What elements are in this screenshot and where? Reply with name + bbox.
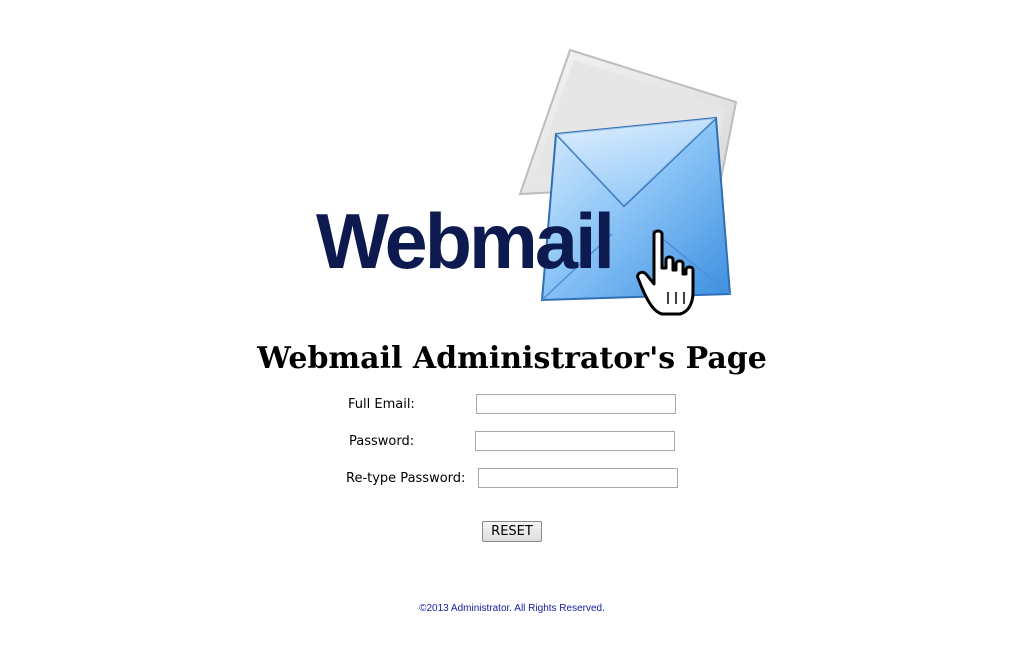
- full-email-input[interactable]: [476, 394, 676, 414]
- svg-text:Webmail: Webmail: [316, 197, 612, 285]
- full-email-label: Full Email:: [348, 397, 415, 412]
- retype-password-label: Re-type Password:: [346, 471, 466, 486]
- page-title: Webmail Administrator's Page: [257, 341, 767, 376]
- reset-button[interactable]: RESET: [482, 521, 542, 542]
- envelope-icon: Webmail: [316, 48, 738, 316]
- password-input[interactable]: [475, 431, 675, 451]
- password-row: Password:: [347, 431, 677, 453]
- copyright-footer: ©2013 Administrator. All Rights Reserved…: [419, 603, 605, 614]
- password-label: Password:: [349, 434, 415, 449]
- retype-password-input[interactable]: [478, 468, 678, 488]
- webmail-logo: Webmail: [312, 44, 742, 319]
- full-email-row: Full Email:: [347, 394, 677, 416]
- retype-password-row: Re-type Password:: [346, 468, 680, 490]
